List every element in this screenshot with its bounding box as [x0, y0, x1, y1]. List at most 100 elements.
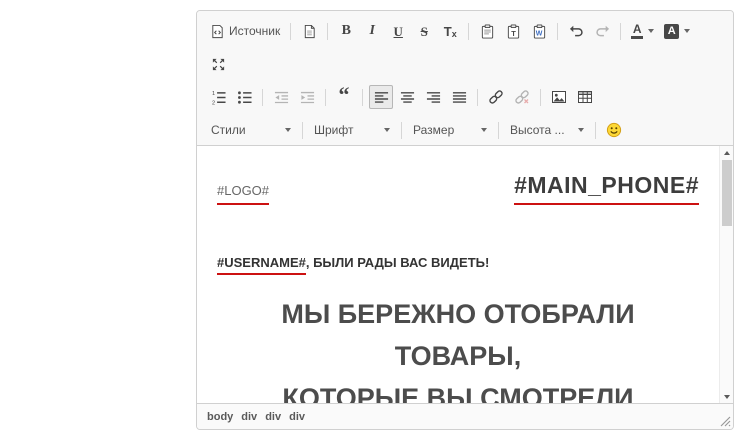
greeting-line[interactable]: #USERNAME#, БЫЛИ РАДЫ ВАС ВИДЕТЬ!: [217, 255, 699, 275]
svg-text:1: 1: [211, 91, 214, 97]
align-right-button[interactable]: [421, 85, 445, 109]
align-right-icon: [426, 90, 441, 105]
bg-color-icon: A: [664, 24, 679, 39]
bg-color-button[interactable]: A: [660, 19, 694, 43]
scroll-down-button[interactable]: [720, 390, 733, 403]
path-item-div-1[interactable]: div: [241, 411, 257, 423]
size-combo[interactable]: Размер: [407, 118, 493, 142]
table-button[interactable]: [573, 85, 597, 109]
chevron-down-icon: [285, 128, 291, 132]
path-item-div-2[interactable]: div: [265, 411, 281, 423]
line-height-combo-label: Высота ...: [510, 123, 565, 137]
smiley-button[interactable]: [602, 118, 626, 142]
text-color-button[interactable]: A: [627, 19, 658, 43]
bold-button[interactable]: B: [334, 19, 358, 43]
strikethrough-icon: S: [421, 25, 428, 38]
italic-icon: I: [370, 24, 375, 38]
table-icon: [577, 89, 593, 105]
redo-button[interactable]: [590, 19, 614, 43]
paste-text-icon: T: [506, 24, 521, 39]
indent-icon: [300, 90, 315, 105]
chevron-down-icon: [684, 29, 690, 33]
strikethrough-button[interactable]: S: [412, 19, 436, 43]
main-phone-placeholder[interactable]: #MAIN_PHONE#: [514, 172, 699, 205]
align-justify-button[interactable]: [447, 85, 471, 109]
resize-grip-icon: [720, 416, 731, 427]
svg-text:T: T: [511, 28, 516, 37]
remove-format-button[interactable]: Tx: [438, 19, 462, 43]
font-combo[interactable]: Шрифт: [308, 118, 396, 142]
headline[interactable]: МЫ БЕРЕЖНО ОТОБРАЛИ ТОВАРЫ, КОТОРЫЕ ВЫ С…: [217, 293, 699, 403]
paste-icon: [480, 24, 495, 39]
link-button[interactable]: [484, 85, 508, 109]
undo-button[interactable]: [564, 19, 588, 43]
headline-line-2[interactable]: ТОВАРЫ,: [217, 335, 699, 377]
toolbar-separator: [290, 23, 291, 40]
paste-text-button[interactable]: T: [501, 19, 525, 43]
document-icon: [302, 24, 317, 39]
toolbar-separator: [325, 89, 326, 106]
vertical-scrollbar[interactable]: [719, 146, 733, 403]
maximize-icon: [211, 57, 226, 72]
toolbar-separator: [557, 23, 558, 40]
path-item-body[interactable]: body: [207, 411, 233, 423]
chevron-down-icon: [384, 128, 390, 132]
path-item-div-3[interactable]: div: [289, 411, 305, 423]
remove-format-icon: Tx: [444, 25, 457, 38]
toolbar-separator: [327, 23, 328, 40]
header-row: #LOGO# #MAIN_PHONE#: [217, 172, 699, 205]
toolbar-separator: [468, 23, 469, 40]
align-left-icon: [374, 90, 389, 105]
image-icon: [551, 89, 567, 105]
paste-word-button[interactable]: W: [527, 19, 551, 43]
editable-area[interactable]: #LOGO# #MAIN_PHONE# #USERNAME#, БЫЛИ РАД…: [197, 146, 733, 403]
unlink-button[interactable]: [510, 85, 534, 109]
toolbar-separator: [362, 89, 363, 106]
headline-line-3[interactable]: КОТОРЫЕ ВЫ СМОТРЕЛИ: [217, 377, 699, 403]
styles-combo[interactable]: Стили: [205, 118, 297, 142]
underline-button[interactable]: U: [386, 19, 410, 43]
align-justify-icon: [452, 90, 467, 105]
toolbar-row-2: [205, 51, 725, 77]
blockquote-button[interactable]: “: [332, 85, 356, 109]
align-left-button[interactable]: [369, 85, 393, 109]
indent-button[interactable]: [295, 85, 319, 109]
triangle-up-icon: [724, 151, 730, 155]
toolbar-separator: [498, 122, 499, 139]
image-button[interactable]: [547, 85, 571, 109]
greeting-text[interactable]: , БЫЛИ РАДЫ ВАС ВИДЕТЬ!: [306, 255, 489, 270]
redo-icon: [595, 24, 610, 39]
chevron-down-icon: [481, 128, 487, 132]
undo-icon: [569, 24, 584, 39]
bulleted-list-icon: [237, 90, 252, 105]
source-button[interactable]: Источник: [206, 19, 284, 43]
chevron-down-icon: [648, 29, 654, 33]
line-height-combo[interactable]: Высота ...: [504, 118, 590, 142]
toolbar-separator: [302, 122, 303, 139]
scroll-up-button[interactable]: [720, 146, 733, 159]
document-button[interactable]: [297, 19, 321, 43]
italic-button[interactable]: I: [360, 19, 384, 43]
headline-line-1[interactable]: МЫ БЕРЕЖНО ОТОБРАЛИ: [217, 293, 699, 335]
bold-icon: B: [342, 24, 351, 38]
paste-word-icon: W: [532, 24, 547, 39]
username-placeholder[interactable]: #USERNAME#: [217, 255, 306, 275]
font-combo-label: Шрифт: [314, 123, 353, 137]
toolbar-separator: [401, 122, 402, 139]
outdent-button[interactable]: [269, 85, 293, 109]
smiley-icon: [606, 122, 622, 138]
numbered-list-button[interactable]: 12: [206, 85, 230, 109]
chevron-down-icon: [578, 128, 584, 132]
resize-handle[interactable]: [720, 416, 731, 427]
logo-placeholder[interactable]: #LOGO#: [217, 183, 269, 205]
maximize-button[interactable]: [206, 52, 230, 76]
toolbar-separator: [540, 89, 541, 106]
scrollbar-thumb[interactable]: [722, 160, 732, 226]
toolbar-row-4: Стили Шрифт Размер Высота ...: [205, 117, 725, 143]
bulleted-list-button[interactable]: [232, 85, 256, 109]
rich-text-editor: Источник B I U S Tx T W: [196, 10, 734, 430]
align-center-button[interactable]: [395, 85, 419, 109]
underline-icon: U: [394, 25, 403, 38]
unlink-icon: [514, 89, 530, 105]
paste-button[interactable]: [475, 19, 499, 43]
